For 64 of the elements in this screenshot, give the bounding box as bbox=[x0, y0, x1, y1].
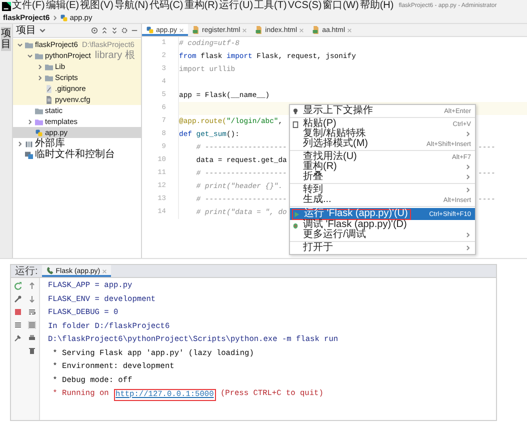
html-file-icon bbox=[192, 26, 200, 34]
python-file-icon bbox=[35, 128, 43, 136]
tree-label: 外部库 bbox=[35, 138, 65, 149]
app-logo-icon bbox=[2, 2, 11, 10]
python-file-icon bbox=[60, 14, 68, 22]
tree-item[interactable]: 临时文件和控制台 bbox=[13, 149, 141, 160]
close-icon[interactable] bbox=[347, 28, 352, 32]
run-icon bbox=[293, 210, 300, 218]
scroll-to-end-icon[interactable] bbox=[28, 321, 36, 329]
menu-item[interactable]: 更多运行/调试 bbox=[290, 230, 475, 240]
menu-item[interactable]: 重构(R) bbox=[184, 0, 218, 12]
tree-label: 临时文件和控制台 bbox=[35, 149, 115, 160]
tree-note: library 根 bbox=[94, 50, 135, 61]
wrench-icon[interactable] bbox=[14, 295, 22, 303]
close-icon[interactable] bbox=[299, 28, 304, 32]
expand-icon[interactable] bbox=[111, 27, 118, 34]
menu-item[interactable]: 视图(V) bbox=[80, 0, 114, 12]
layout-icon[interactable] bbox=[14, 321, 22, 329]
close-icon[interactable] bbox=[179, 28, 184, 32]
settings-icon[interactable] bbox=[121, 27, 128, 34]
menu-item[interactable]: 转到 bbox=[290, 185, 475, 195]
menu-item[interactable]: 复制/粘贴特殊 bbox=[290, 129, 475, 139]
clipboard-icon bbox=[292, 120, 299, 128]
file-icon bbox=[45, 84, 53, 92]
rerun-icon[interactable] bbox=[14, 282, 22, 290]
stop-icon[interactable] bbox=[14, 308, 22, 316]
library-icon bbox=[25, 140, 33, 148]
menu-item[interactable]: 帮助(H) bbox=[360, 0, 394, 12]
file-icon bbox=[45, 96, 53, 104]
highlight-frame: 运行 'Flask (app.py)'(U) bbox=[292, 208, 411, 220]
lightbulb-icon bbox=[292, 108, 299, 114]
tree-item[interactable]: 外部库 bbox=[13, 138, 141, 149]
python-file-icon bbox=[146, 26, 154, 34]
html-file-icon bbox=[255, 26, 264, 34]
menu-item[interactable]: 打开于 bbox=[290, 243, 475, 253]
bug-icon bbox=[292, 222, 299, 228]
html-file-icon bbox=[312, 26, 320, 34]
project-tool-tab[interactable]: 项目 bbox=[1, 27, 11, 51]
menu-item[interactable]: 重构(R) bbox=[290, 162, 475, 172]
down-arrow-icon[interactable] bbox=[28, 295, 36, 303]
soft-wrap-icon[interactable] bbox=[28, 308, 36, 316]
close-icon[interactable] bbox=[242, 28, 248, 32]
caret-icon[interactable] bbox=[39, 27, 46, 34]
menu-item[interactable]: 工具(T) bbox=[254, 0, 287, 12]
trash-icon[interactable] bbox=[28, 347, 36, 355]
chevron-icon[interactable] bbox=[27, 118, 33, 124]
up-arrow-icon[interactable] bbox=[28, 282, 36, 290]
print-icon[interactable] bbox=[28, 334, 36, 342]
chevron-icon bbox=[52, 14, 58, 20]
collapse-icon[interactable] bbox=[101, 27, 108, 34]
close-icon[interactable] bbox=[102, 268, 108, 274]
menu-item[interactable]: 编辑(E) bbox=[46, 0, 80, 12]
menu-item[interactable]: 代码(C) bbox=[149, 0, 184, 12]
menu-item[interactable]: 折叠 bbox=[290, 172, 475, 182]
minimize-icon[interactable] bbox=[131, 27, 138, 34]
menu-item[interactable]: 调试 'Flask (app.py)'(D) bbox=[290, 220, 475, 230]
console-icon bbox=[25, 150, 33, 158]
menu-item[interactable]: VCS(S) bbox=[288, 0, 322, 12]
panel-title: 运行: bbox=[15, 266, 38, 276]
target-icon[interactable] bbox=[91, 27, 98, 34]
panel-title[interactable]: 项目 bbox=[16, 25, 36, 36]
menu-item[interactable]: 运行(U) bbox=[219, 0, 254, 12]
pin-icon[interactable] bbox=[14, 334, 22, 342]
chevron-icon[interactable] bbox=[17, 140, 23, 146]
